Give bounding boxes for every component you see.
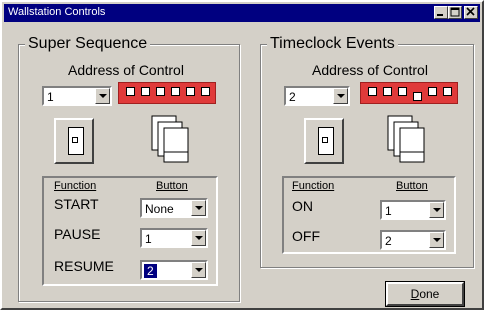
start-button-select[interactable]: None	[140, 198, 208, 218]
dropdown-arrow[interactable]	[191, 200, 206, 216]
button-header: Button	[156, 180, 188, 192]
chevron-down-icon	[337, 94, 345, 98]
function-header: Function	[54, 180, 97, 192]
close-button[interactable]	[464, 6, 478, 19]
multi-switch-icon[interactable]	[386, 114, 430, 168]
done-button[interactable]: Done	[385, 281, 465, 307]
maximize-button[interactable]	[448, 6, 462, 19]
off-button-select[interactable]: 2	[380, 230, 446, 250]
chevron-down-icon	[195, 268, 203, 272]
pause-button-value: 1	[145, 232, 152, 246]
resume-label: RESUME	[54, 258, 114, 274]
dip-switch	[118, 82, 216, 104]
multi-switch-icon[interactable]	[150, 114, 194, 168]
chevron-down-icon	[433, 208, 441, 212]
address-of-control-label: Address of Control	[68, 62, 184, 78]
chevron-down-icon	[195, 236, 203, 240]
start-label: START	[54, 196, 99, 212]
off-label: OFF	[292, 228, 320, 244]
wall-switch-icon	[318, 127, 334, 155]
dropdown-arrow[interactable]	[191, 262, 206, 278]
close-icon	[466, 7, 475, 16]
on-button-value: 1	[385, 204, 392, 218]
dropdown-arrow[interactable]	[429, 232, 444, 248]
button-header: Button	[396, 180, 428, 192]
pause-button-select[interactable]: 1	[140, 228, 208, 248]
resume-button-select[interactable]: 2	[140, 260, 208, 280]
chevron-down-icon	[433, 238, 441, 242]
address-value: 1	[47, 90, 54, 104]
minimize-button[interactable]	[434, 6, 448, 19]
dropdown-arrow[interactable]	[191, 230, 206, 246]
window-title: Wallstation Controls	[8, 6, 106, 18]
done-label: Done	[410, 287, 440, 301]
maximize-icon	[450, 7, 460, 17]
dip-switch	[360, 82, 458, 104]
wall-switch-icon	[68, 127, 84, 155]
dropdown-arrow[interactable]	[429, 202, 444, 218]
minimize-icon	[437, 14, 443, 16]
address-of-control-label: Address of Control	[312, 62, 428, 78]
single-switch-button[interactable]	[54, 118, 94, 164]
address-value: 2	[289, 90, 296, 104]
group-title: Super Sequence	[25, 34, 151, 54]
off-button-value: 2	[385, 234, 392, 248]
single-switch-button[interactable]	[304, 118, 344, 164]
function-header: Function	[292, 180, 335, 192]
chevron-down-icon	[195, 206, 203, 210]
wallstation-controls-window: Wallstation Controls Super Sequence Addr…	[0, 0, 484, 310]
titlebar: Wallstation Controls	[4, 4, 480, 22]
dropdown-arrow[interactable]	[95, 88, 110, 104]
pause-label: PAUSE	[54, 226, 101, 242]
resume-button-value: 2	[144, 264, 157, 278]
address-select[interactable]: 1	[42, 86, 112, 106]
start-button-value: None	[145, 202, 174, 216]
group-title: Timeclock Events	[267, 34, 398, 54]
chevron-down-icon	[99, 94, 107, 98]
address-select[interactable]: 2	[284, 86, 350, 106]
on-label: ON	[292, 198, 313, 214]
on-button-select[interactable]: 1	[380, 200, 446, 220]
dropdown-arrow[interactable]	[333, 88, 348, 104]
